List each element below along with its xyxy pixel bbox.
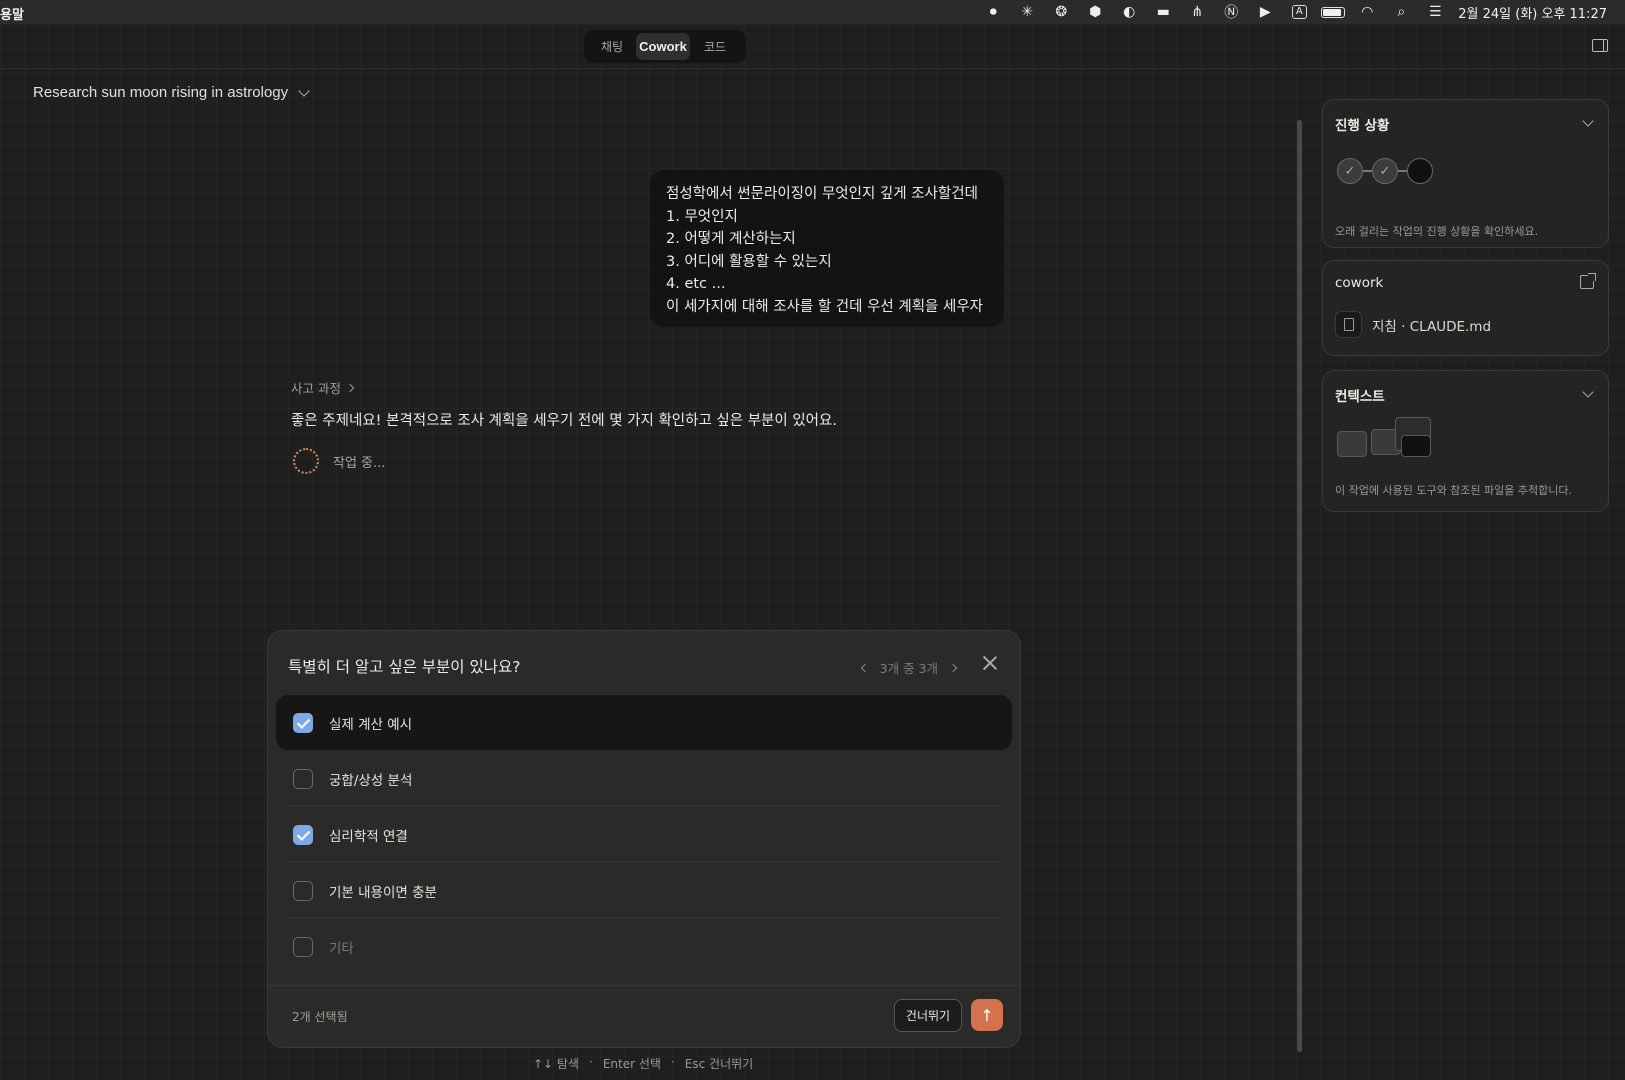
menubar-status-items: ⏺ ✳ ❂ ⬢ ◐ ▬ ⋔ Ⓝ ▶ A ◠ ⌕ ☰ 2월 24일 (화) 오후 … xyxy=(976,0,1607,24)
step-done-icon: ✓ xyxy=(1337,158,1363,184)
user-message-line: 1. 무엇인지 xyxy=(666,208,738,225)
openai-icon[interactable]: ❂ xyxy=(1044,0,1078,24)
file-icon xyxy=(1335,311,1362,338)
context-illustration xyxy=(1337,417,1437,469)
wifi-icon[interactable]: ◠ xyxy=(1350,0,1384,24)
user-message-line: 3. 어디에 활용할 수 있는지 xyxy=(666,253,832,270)
question-title: 특별히 더 알고 싶은 부분이 있나요? xyxy=(288,658,521,676)
close-icon[interactable] xyxy=(982,655,998,671)
mode-switcher: 채팅 Cowork 코드 xyxy=(584,30,746,63)
spinner-icon xyxy=(293,448,319,474)
previous-question-icon[interactable] xyxy=(860,663,869,672)
scrollbar[interactable] xyxy=(1297,120,1302,1052)
checkbox-checked[interactable] xyxy=(293,712,313,733)
notion-icon[interactable]: Ⓝ xyxy=(1214,0,1248,24)
thinking-toggle[interactable]: 사고 과정 xyxy=(291,378,355,397)
selected-count: 2개 선택됨 xyxy=(292,1010,348,1024)
file-name: 지침 · CLAUDE.md xyxy=(1372,318,1492,335)
option-item[interactable]: 심리학적 연결 xyxy=(276,807,1012,862)
question-footer: 2개 선택됨 건너뛰기 ↑ xyxy=(268,985,1020,1047)
option-item[interactable]: 기본 내용이면 충분 xyxy=(276,863,1012,918)
context-description: 이 작업에 사용된 도구와 참조된 파일을 추적합니다. xyxy=(1335,484,1572,497)
next-question-icon[interactable] xyxy=(948,663,958,672)
claude-icon[interactable]: ✳ xyxy=(1010,0,1044,24)
step-current-icon xyxy=(1407,158,1433,184)
conversation-title-button[interactable]: Research sun moon rising in astrology xyxy=(33,84,310,101)
chevron-down-icon[interactable] xyxy=(1582,115,1594,127)
conversation-title: Research sun moon rising in astrology xyxy=(33,84,289,101)
pager-label: 3개 중 3개 xyxy=(879,661,938,676)
option-item[interactable]: 실제 계산 예시 xyxy=(276,695,1012,750)
hint-select: Enter 선택 xyxy=(602,1057,661,1071)
option-label: 궁합/상성 분석 xyxy=(329,772,413,789)
thinking-label: 사고 과정 xyxy=(291,381,341,396)
context-card: 컨텍스트 이 작업에 사용된 도구와 참조된 파일을 추적합니다. xyxy=(1322,370,1609,512)
progress-steps: ✓ ✓ xyxy=(1337,158,1433,184)
user-message-line: 이 세가지에 대해 조사를 할 건데 우선 계획을 세우자 xyxy=(666,298,984,315)
question-card: 특별히 더 알고 싶은 부분이 있나요? 3개 중 3개 실제 계산 예시 궁합… xyxy=(267,630,1021,1048)
tab-code[interactable]: 코드 xyxy=(690,33,740,60)
cube-icon[interactable]: ⬢ xyxy=(1078,0,1112,24)
progress-card: 진행 상황 ✓ ✓ 오래 걸리는 작업의 진행 상황을 확인하세요. xyxy=(1322,99,1609,248)
hint-navigate: ↑↓ 탐색 xyxy=(533,1057,580,1071)
checkbox-checked[interactable] xyxy=(293,824,313,845)
working-label: 작업 중... xyxy=(333,455,386,471)
keyboard-hints: ↑↓ 탐색 · Enter 선택 · Esc 건너뛰기 xyxy=(533,1055,753,1072)
open-external-icon[interactable] xyxy=(1580,273,1596,289)
menubar: 용말 ⏺ ✳ ❂ ⬢ ◐ ▬ ⋔ Ⓝ ▶ A ◠ ⌕ ☰ 2월 24일 (화) … xyxy=(0,0,1625,24)
checkbox[interactable] xyxy=(293,768,313,789)
chevron-right-icon xyxy=(345,383,355,392)
copilot-icon[interactable]: ◐ xyxy=(1112,0,1146,24)
input-source-label: A xyxy=(1291,5,1307,19)
progress-description: 오래 걸리는 작업의 진행 상황을 확인하세요. xyxy=(1335,225,1539,238)
option-item-other[interactable]: 기타 xyxy=(276,919,1012,974)
checkbox[interactable] xyxy=(293,936,313,957)
context-title: 컨텍스트 xyxy=(1335,389,1385,405)
option-label: 심리학적 연결 xyxy=(329,828,408,845)
window-toolbar: 채팅 Cowork 코드 xyxy=(0,24,1625,69)
sidebar-toggle-icon[interactable] xyxy=(1592,39,1608,52)
submit-button[interactable]: ↑ xyxy=(971,999,1003,1031)
menubar-clock[interactable]: 2월 24일 (화) 오후 11:27 xyxy=(1458,3,1607,22)
hint-separator: · xyxy=(589,1055,593,1069)
chevron-down-icon[interactable] xyxy=(1582,386,1594,398)
cowork-card: cowork 지침 · CLAUDE.md xyxy=(1322,260,1609,356)
assistant-message: 좋은 주제네요! 본격적으로 조사 계획을 세우기 전에 몇 가지 확인하고 싶… xyxy=(291,413,837,429)
hint-separator: · xyxy=(670,1055,675,1069)
record-icon[interactable]: ⏺ xyxy=(976,0,1010,24)
user-message-line: 4. etc ... xyxy=(666,276,726,292)
tab-cowork[interactable]: Cowork xyxy=(636,33,690,60)
cowork-title: cowork xyxy=(1335,275,1384,291)
user-message-line: 2. 어떻게 계산하는지 xyxy=(666,231,796,247)
checkbox[interactable] xyxy=(293,880,313,901)
file-item[interactable]: 지침 · CLAUDE.md xyxy=(1335,311,1491,338)
chevron-down-icon xyxy=(298,84,310,97)
option-label: 기타 xyxy=(329,940,354,957)
airpods-icon[interactable]: ⋔ xyxy=(1180,0,1214,24)
hint-skip: Esc 건너뛰기 xyxy=(684,1057,754,1071)
question-pager: 3개 중 3개 xyxy=(860,658,958,677)
control-center-icon[interactable]: ☰ xyxy=(1418,0,1452,24)
option-label: 실제 계산 예시 xyxy=(329,716,413,733)
option-label: 기본 내용이면 충분 xyxy=(329,884,437,901)
app-name[interactable]: 용말 xyxy=(0,4,24,23)
progress-title: 진행 상황 xyxy=(1335,118,1390,134)
bed-icon[interactable]: ▬ xyxy=(1146,0,1180,24)
user-message: 점성학에서 썬문라이징이 무엇인지 깊게 조사할건데 1. 무엇인지 2. 어떻… xyxy=(650,170,1004,327)
option-item[interactable]: 궁합/상성 분석 xyxy=(276,751,1012,806)
user-message-line: 점성학에서 썬문라이징이 무엇인지 깊게 조사할건데 xyxy=(666,186,978,202)
input-source-indicator[interactable]: A xyxy=(1282,0,1316,24)
working-status: 작업 중... xyxy=(293,448,385,474)
play-icon[interactable]: ▶ xyxy=(1248,0,1282,24)
search-icon[interactable]: ⌕ xyxy=(1384,0,1418,24)
battery-icon[interactable] xyxy=(1316,0,1350,24)
skip-button[interactable]: 건너뛰기 xyxy=(894,999,962,1032)
step-done-icon: ✓ xyxy=(1372,158,1398,184)
tab-chat[interactable]: 채팅 xyxy=(588,33,636,60)
arrow-up-icon: ↑ xyxy=(980,1005,994,1025)
